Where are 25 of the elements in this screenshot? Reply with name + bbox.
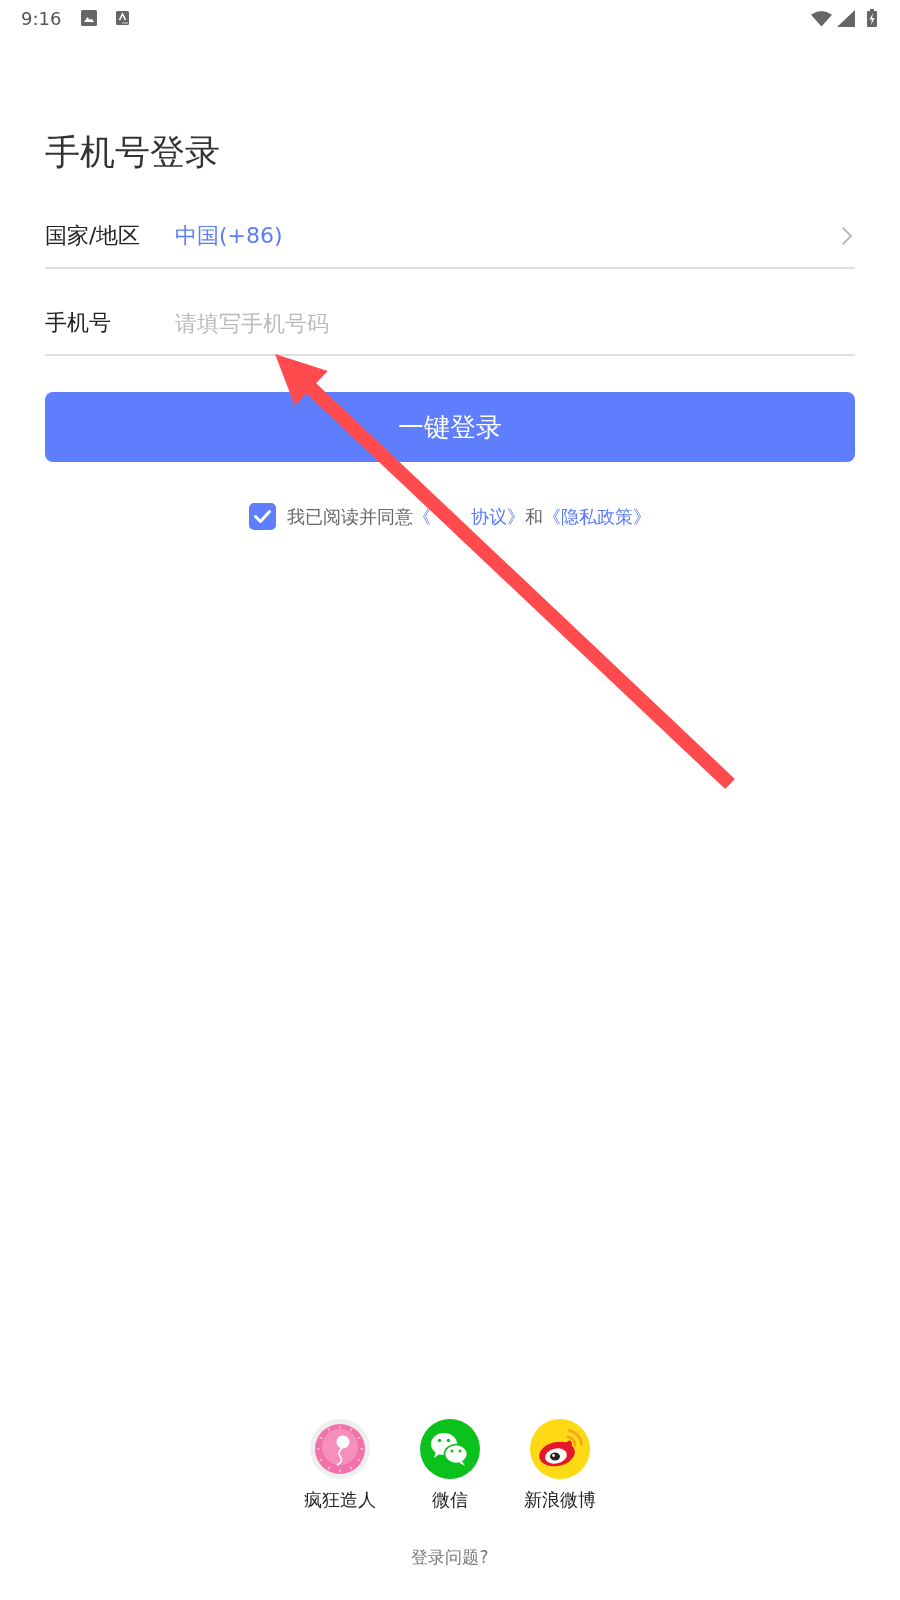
- social-login-button[interactable]: 微信: [395, 1419, 505, 1511]
- field-label: 手机号: [45, 309, 112, 337]
- agreement-link[interactable]: 《: [412, 506, 431, 527]
- phone-input[interactable]: 请填写手机号码: [175, 310, 855, 336]
- page-title: 手机号登录: [45, 131, 221, 173]
- field-label: 国家/地区: [45, 222, 142, 250]
- country-code-select[interactable]: 中国(+86): [175, 221, 841, 251]
- balloon-dial-icon: [310, 1419, 370, 1479]
- chat-bubbles-icon: [420, 1419, 480, 1479]
- login-help-link[interactable]: 登录问题?: [411, 1546, 489, 1567]
- agreement-link[interactable]: 协议》: [471, 506, 526, 527]
- agreement-text: 我已阅读并同意《 协议》和《隐私政策》: [286, 505, 652, 529]
- agreement-link[interactable]: 《隐私政策》: [543, 506, 652, 527]
- login-button[interactable]: 一键登录: [45, 392, 855, 462]
- status-time: 9:16: [21, 7, 62, 29]
- wifi-icon: [811, 9, 832, 27]
- agreement-checkbox[interactable]: [248, 503, 276, 530]
- social-login-button[interactable]: 新浪微博: [505, 1419, 615, 1511]
- signal-icon: [837, 9, 855, 27]
- notification-icon: [116, 11, 130, 25]
- eye-waves-icon: [530, 1419, 590, 1479]
- image-icon: [81, 10, 98, 26]
- chevron-right-icon[interactable]: [841, 226, 853, 246]
- social-login-button[interactable]: 疯狂造人: [285, 1419, 395, 1511]
- battery-charging-icon: [867, 9, 877, 27]
